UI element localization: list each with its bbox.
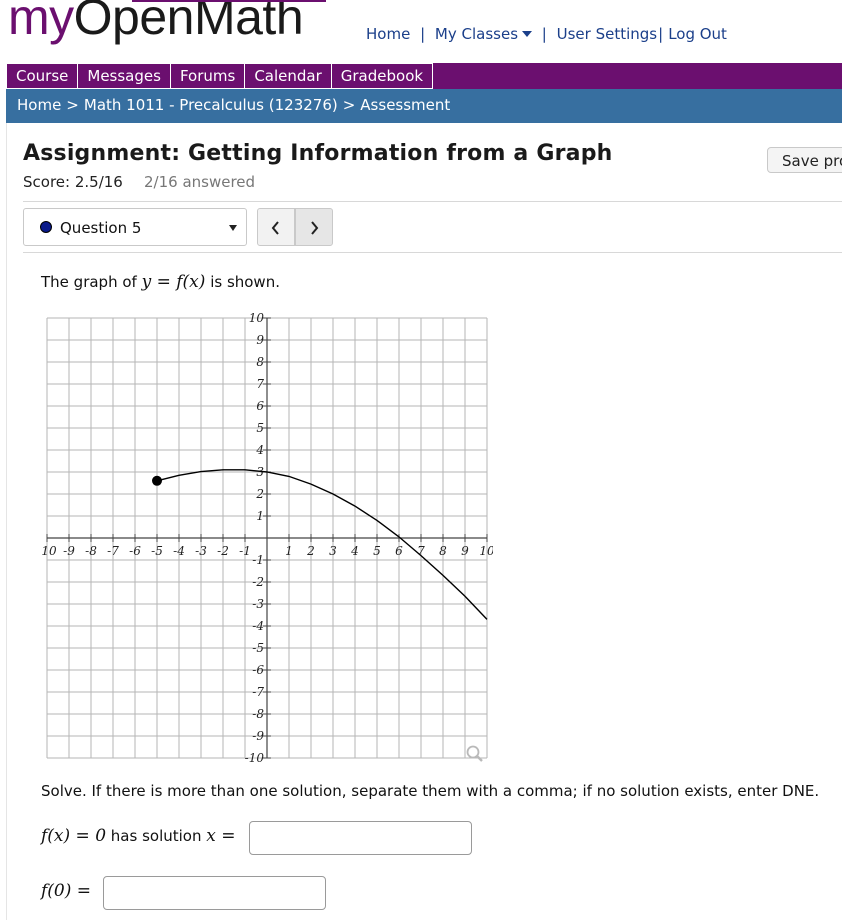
top-navigation: Home | My Classes | User Settings| Log Ou… <box>366 25 727 43</box>
x-tick-label: -8 <box>85 544 97 558</box>
page-title: Assignment: Getting Information from a G… <box>23 141 613 166</box>
next-question-button[interactable] <box>295 208 333 246</box>
save-progress-button[interactable]: Save pro <box>767 147 842 173</box>
tab-calendar[interactable]: Calendar <box>245 63 332 89</box>
x-tick-label: -4 <box>173 544 185 558</box>
x-tick-label: 1 <box>285 544 293 558</box>
x-tick-label: 2 <box>306 544 315 558</box>
course-tab-bar: Course Messages Forums Calendar Gradeboo… <box>6 63 842 89</box>
chevron-right-icon <box>311 221 319 235</box>
caret-down-icon <box>522 31 533 37</box>
tab-messages[interactable]: Messages <box>78 63 171 89</box>
chevron-left-icon <box>271 221 279 235</box>
instructions-text: Solve. If there is more than one solutio… <box>41 782 820 800</box>
site-logo[interactable]: myOpenMath <box>8 0 304 45</box>
part1-math-right: x = <box>206 826 236 846</box>
tab-gradebook[interactable]: Gradebook <box>331 63 434 89</box>
y-tick-label: -2 <box>252 575 264 589</box>
divider <box>23 252 842 253</box>
tab-forums[interactable]: Forums <box>170 63 246 89</box>
part2-answer-input[interactable] <box>103 876 326 910</box>
part1-math-left: f(x) = 0 <box>41 826 107 846</box>
part2-math: f(0) = <box>41 881 92 901</box>
y-tick-label: 4 <box>255 443 264 457</box>
y-tick-label: 10 <box>249 312 265 325</box>
closed-endpoint-dot <box>152 475 162 486</box>
dropdown-arrow-icon <box>229 225 237 231</box>
y-tick-label: -3 <box>252 597 264 611</box>
prompt-math: y = f(x) <box>141 272 206 292</box>
part2-prompt: f(0) = <box>41 881 91 901</box>
logo-openmath: OpenMath <box>73 0 304 45</box>
x-tick-label: 3 <box>329 544 337 558</box>
y-tick-label: -8 <box>252 707 264 721</box>
x-tick-label: -5 <box>151 544 163 558</box>
y-tick-label: 5 <box>256 421 264 435</box>
x-tick-label: 6 <box>395 544 403 558</box>
y-tick-label: 9 <box>256 333 264 347</box>
y-tick-label: 7 <box>256 377 264 391</box>
breadcrumb-separator: > <box>66 96 79 114</box>
tab-course[interactable]: Course <box>6 63 79 89</box>
part1-prompt: f(x) = 0 has solution x = <box>41 826 236 846</box>
y-tick-label: -1 <box>252 553 264 567</box>
nav-separator: | <box>658 25 664 43</box>
magnifier-icon <box>466 745 480 759</box>
nav-my-classes-label: My Classes <box>434 25 519 43</box>
breadcrumb-home-link[interactable]: Home <box>17 96 61 114</box>
y-tick-label: 8 <box>256 355 264 369</box>
answered-count: 2/16 answered <box>144 173 256 191</box>
logo-underline <box>132 0 326 2</box>
previous-question-button[interactable] <box>257 208 295 246</box>
nav-home-link[interactable]: Home <box>366 25 410 43</box>
y-tick-label: 6 <box>256 399 264 413</box>
divider <box>23 201 842 202</box>
x-tick-label: 8 <box>439 544 447 558</box>
x-tick-label: -1 <box>239 544 251 558</box>
nav-user-settings-link[interactable]: User Settings <box>557 25 657 43</box>
prompt-text-after: is shown. <box>210 273 280 291</box>
question-prompt: The graph of y = f(x) is shown. <box>41 272 280 292</box>
content-left-border <box>6 123 7 920</box>
nav-logout-link[interactable]: Log Out <box>668 25 727 43</box>
nav-separator: | <box>420 25 426 43</box>
y-tick-label: 2 <box>255 487 264 501</box>
nav-my-classes-link[interactable]: My Classes <box>434 25 533 43</box>
y-tick-label: 1 <box>256 509 264 523</box>
breadcrumb-course-link[interactable]: Math 1011 - Precalculus (123276) <box>84 96 338 114</box>
breadcrumb-separator: > <box>342 96 356 114</box>
y-tick-label: -7 <box>252 685 264 699</box>
y-tick-label: -4 <box>252 619 264 633</box>
x-tick-label: -7 <box>107 544 119 558</box>
y-tick-label: -9 <box>252 729 264 743</box>
x-tick-label: 5 <box>373 544 381 558</box>
question-select[interactable]: Question 5 <box>23 208 247 246</box>
x-tick-label: 10 <box>479 544 493 558</box>
x-tick-label: 9 <box>461 544 469 558</box>
x-tick-label: 4 <box>350 544 359 558</box>
y-tick-label: -10 <box>245 751 265 764</box>
x-tick-label: -6 <box>129 544 141 558</box>
part1-answer-input[interactable] <box>249 821 472 855</box>
question-select-label: Question 5 <box>60 219 142 237</box>
function-graph: -10-9-8-7-6-5-4-3-2-11234567891010987654… <box>41 312 493 764</box>
y-tick-label: -5 <box>252 641 264 655</box>
x-tick-label: -3 <box>195 544 207 558</box>
breadcrumb: Home > Math 1011 - Precalculus (123276) > As… <box>6 89 842 123</box>
part1-text: has solution <box>110 827 202 845</box>
x-tick-label: -2 <box>217 544 229 558</box>
nav-separator: | <box>541 25 547 43</box>
question-status-icon <box>40 221 52 233</box>
y-tick-label: -6 <box>252 663 264 677</box>
x-tick-label: -10 <box>41 544 57 558</box>
score-text: Score: 2.5/16 <box>23 173 123 191</box>
logo-my: my <box>8 0 74 45</box>
prompt-text-before: The graph of <box>41 273 137 291</box>
x-tick-label: -9 <box>63 544 75 558</box>
breadcrumb-current: Assessment <box>360 96 451 114</box>
